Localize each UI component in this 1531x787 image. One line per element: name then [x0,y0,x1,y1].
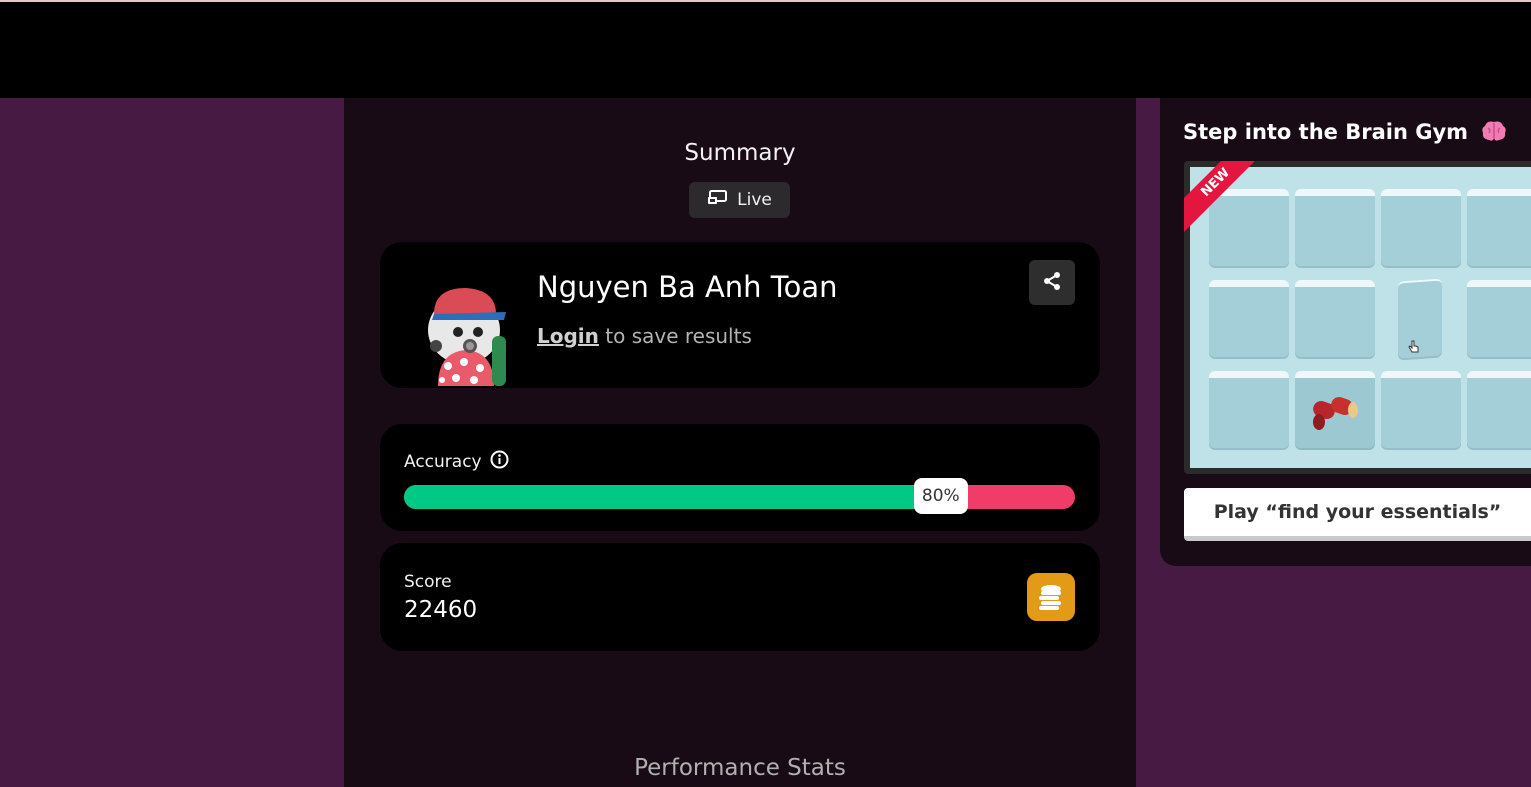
accuracy-card: Accuracy 80% [380,424,1100,531]
coins-icon [1027,573,1075,621]
memory-game-preview [1190,167,1531,468]
accuracy-label-row: Accuracy [404,450,509,474]
performance-stats-title: Performance Stats [634,755,846,781]
info-icon[interactable] [490,450,509,474]
game-tile-flipping [1398,278,1442,361]
game-tile [1467,280,1531,359]
avatar-character [420,278,510,388]
brain-icon [1475,120,1507,144]
cursor-hand-icon [1408,339,1420,358]
page-title: Summary [684,140,796,166]
game-tile [1209,280,1289,359]
accuracy-bar [404,485,1075,509]
brain-gym-panel: Step into the Brain Gym NEW Play “find y… [1160,98,1531,566]
accuracy-bar-fill [404,485,941,509]
login-link[interactable]: Login [537,324,599,348]
play-game-button[interactable]: Play “find your essentials” [1184,488,1531,541]
player-name: Nguyen Ba Anh Toan [537,270,838,304]
score-card: Score 22460 [380,543,1100,651]
login-prompt: Login to save results [537,324,752,348]
game-tile [1295,280,1375,359]
mode-badge: Live [689,182,790,218]
score-value: 22460 [404,597,478,623]
promo-title-text: Step into the Brain Gym [1183,120,1469,144]
promo-title: Step into the Brain Gym [1183,120,1507,144]
share-button[interactable] [1029,260,1075,305]
mode-label: Live [737,190,772,210]
game-tile [1209,371,1289,450]
accuracy-value: 80% [913,478,968,514]
game-tile [1295,189,1375,268]
top-bar [0,2,1531,98]
game-tile [1209,189,1289,268]
game-tile-revealed [1295,371,1375,450]
share-icon [1042,271,1062,295]
summary-column: Summary Live Nguyen Ba Anh Toan Login to… [344,98,1136,787]
game-tile [1467,371,1531,450]
login-suffix: to save results [598,324,752,348]
score-label: Score [404,572,452,592]
profile-card: Nguyen Ba Anh Toan Login to save results [380,242,1100,388]
promo-image[interactable]: NEW [1184,161,1531,474]
accuracy-label: Accuracy [404,452,482,472]
game-tile [1381,189,1461,268]
live-screen-icon [707,189,728,211]
game-tile [1467,189,1531,268]
game-tile [1381,371,1461,450]
